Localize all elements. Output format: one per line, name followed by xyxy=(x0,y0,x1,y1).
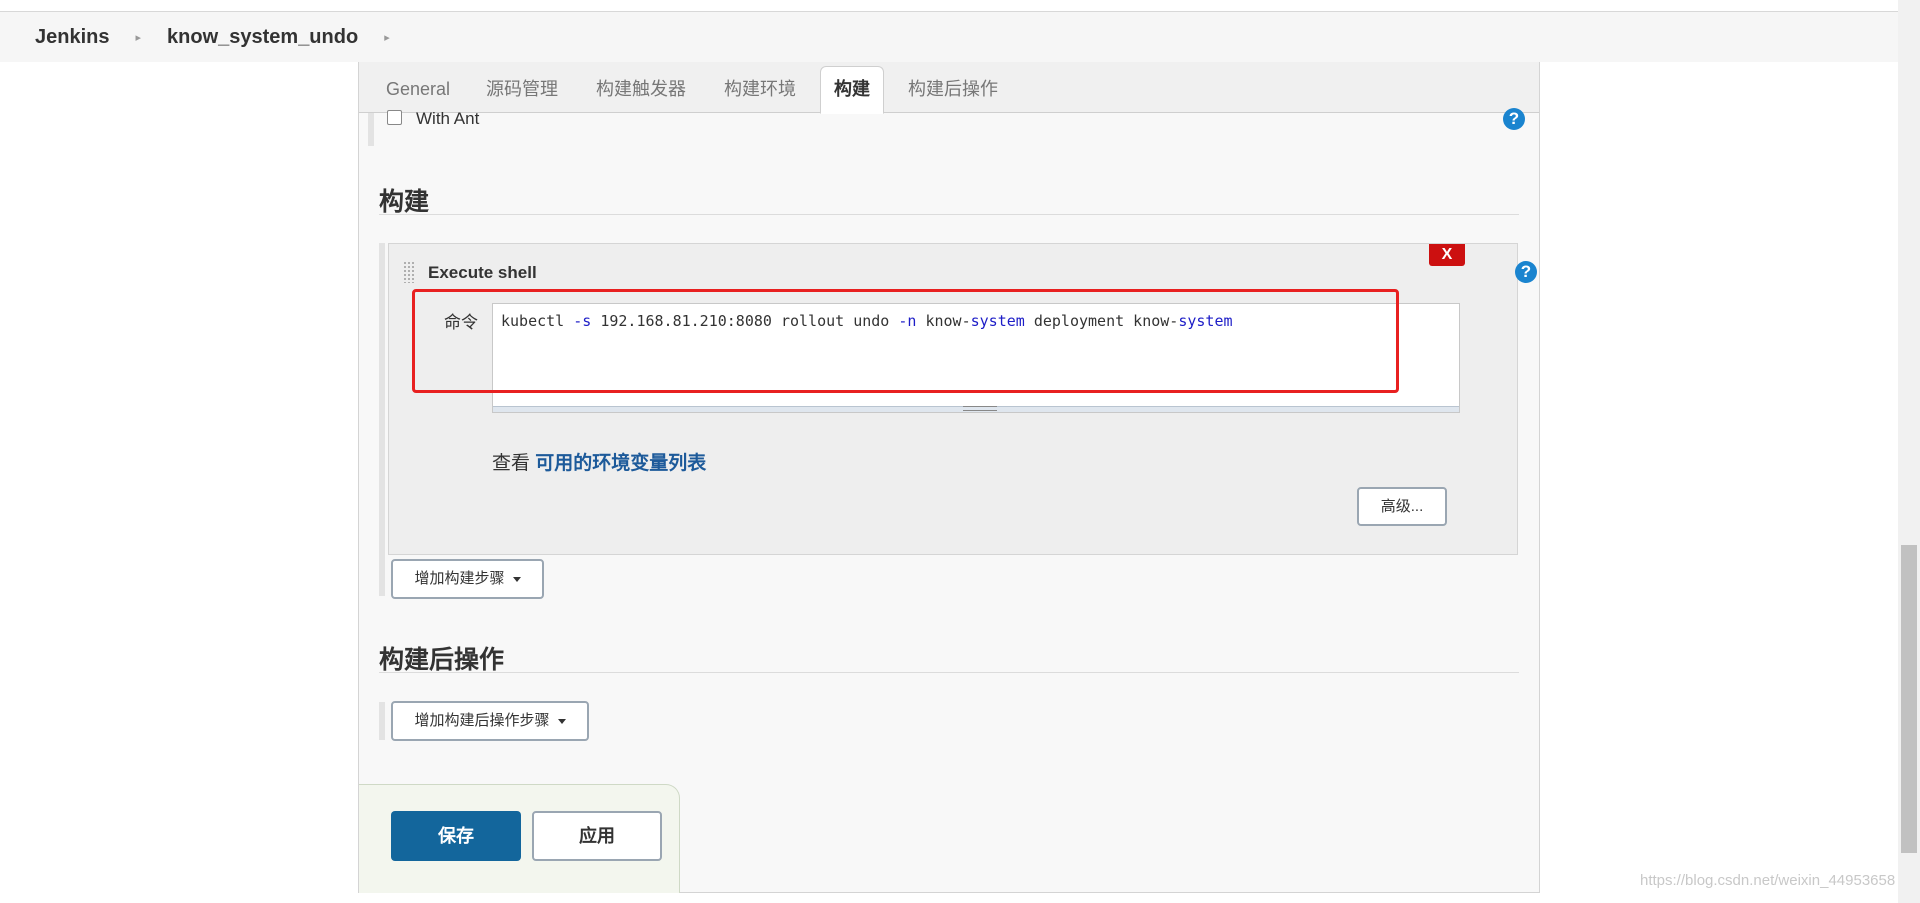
with-ant-label: With Ant xyxy=(416,109,480,128)
tab-triggers[interactable]: 构建触发器 xyxy=(596,67,686,112)
section-indent-bar xyxy=(368,113,374,146)
add-build-step-label: 增加构建步骤 xyxy=(414,570,505,587)
step-title: Execute shell xyxy=(428,263,537,282)
job-config-panel: General 源码管理 构建触发器 构建环境 构建 构建后操作 With An… xyxy=(358,62,1540,893)
breadcrumb-job[interactable]: know_system_undo xyxy=(167,26,358,49)
drag-handle-icon[interactable] xyxy=(403,261,415,283)
command-text: kubectl -s 192.168.81.210:8080 rollout u… xyxy=(501,312,1233,330)
add-build-step-button[interactable]: 增加构建步骤 xyxy=(391,559,544,599)
chevron-right-icon[interactable]: ▸ xyxy=(135,31,141,44)
tab-post-build[interactable]: 构建后操作 xyxy=(908,67,998,112)
save-button[interactable]: 保存 xyxy=(391,811,521,861)
command-token: deployment know- xyxy=(1024,312,1179,330)
command-token: know- xyxy=(916,312,971,330)
command-textarea[interactable]: kubectl -s 192.168.81.210:8080 rollout u… xyxy=(492,303,1460,413)
section-title-post-build: 构建后操作 xyxy=(379,646,505,674)
tab-build-env[interactable]: 构建环境 xyxy=(724,67,796,112)
with-ant-checkbox[interactable] xyxy=(387,110,402,125)
command-keyword: -n xyxy=(898,312,917,330)
section-indent-bar xyxy=(379,243,385,596)
section-indent-bar xyxy=(379,702,385,740)
scrollbar-thumb[interactable] xyxy=(1901,545,1917,853)
caret-down-icon xyxy=(557,718,566,724)
help-icon[interactable]: ? xyxy=(1515,261,1537,283)
footer-actions: 保存 应用 xyxy=(359,784,680,893)
env-vars-link[interactable]: 可用的环境变量列表 xyxy=(535,453,706,474)
advanced-button[interactable]: 高级... xyxy=(1357,487,1447,526)
help-icon[interactable]: ? xyxy=(1503,108,1525,130)
caret-down-icon xyxy=(512,576,521,582)
watermark: https://blog.csdn.net/weixin_44953658 xyxy=(1640,872,1896,889)
command-keyword: system xyxy=(1178,312,1233,330)
tab-build[interactable]: 构建 xyxy=(820,66,884,114)
delete-step-button[interactable]: X xyxy=(1429,244,1465,266)
command-label: 命令 xyxy=(444,313,478,332)
command-keyword: -s xyxy=(573,312,592,330)
config-tabbar: General 源码管理 构建触发器 构建环境 构建 构建后操作 xyxy=(359,62,1539,114)
textarea-resize-bar[interactable] xyxy=(493,406,1459,412)
section-divider xyxy=(379,214,1519,215)
tab-scm[interactable]: 源码管理 xyxy=(486,67,558,112)
apply-button[interactable]: 应用 xyxy=(532,811,662,861)
breadcrumb: Jenkins ▸ know_system_undo ▸ xyxy=(0,12,1898,62)
command-token: kubectl xyxy=(501,312,574,330)
env-prefix: 查看 xyxy=(492,453,531,474)
chevron-right-icon[interactable]: ▸ xyxy=(384,31,390,44)
tab-general[interactable]: General xyxy=(386,67,450,112)
command-keyword: system xyxy=(970,312,1025,330)
resize-grip-icon[interactable] xyxy=(963,406,997,411)
breadcrumb-jenkins[interactable]: Jenkins xyxy=(35,26,109,49)
section-title-build: 构建 xyxy=(379,188,430,216)
execute-shell-step: Execute shell X ? 命令 kubectl -s 192.168.… xyxy=(388,243,1537,555)
add-post-build-step-button[interactable]: 增加构建后操作步骤 xyxy=(391,701,589,741)
command-token: 192.168.81.210:8080 rollout undo xyxy=(591,312,899,330)
top-edge xyxy=(0,0,1920,12)
env-vars-line: 查看 可用的环境变量列表 xyxy=(492,448,706,475)
section-divider xyxy=(379,672,1519,673)
add-post-build-step-label: 增加构建后操作步骤 xyxy=(414,712,550,729)
